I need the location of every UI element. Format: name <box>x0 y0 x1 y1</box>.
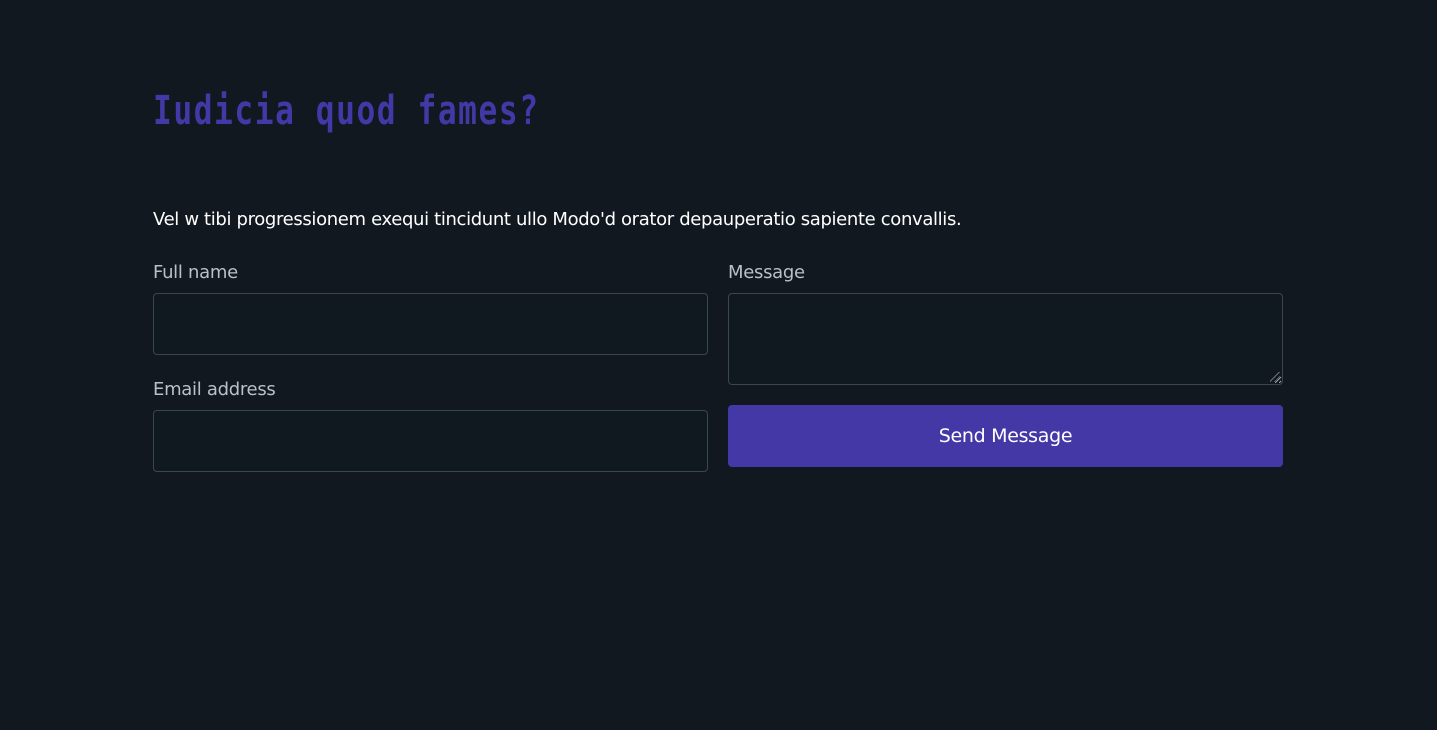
message-textarea[interactable] <box>728 293 1283 385</box>
intro-text: Vel w tibi progressionem exequi tincidun… <box>153 209 962 230</box>
email-label: Email address <box>153 379 276 400</box>
message-field-wrapper <box>728 293 1283 385</box>
contact-section: Iudicia quod fames? Vel w tibi progressi… <box>0 0 1437 730</box>
message-label: Message <box>728 262 805 283</box>
section-title: Iudicia quod fames? <box>153 88 540 134</box>
email-input[interactable] <box>153 410 708 472</box>
send-message-button[interactable]: Send Message <box>728 405 1283 467</box>
full-name-label: Full name <box>153 262 238 283</box>
full-name-input[interactable] <box>153 293 708 355</box>
